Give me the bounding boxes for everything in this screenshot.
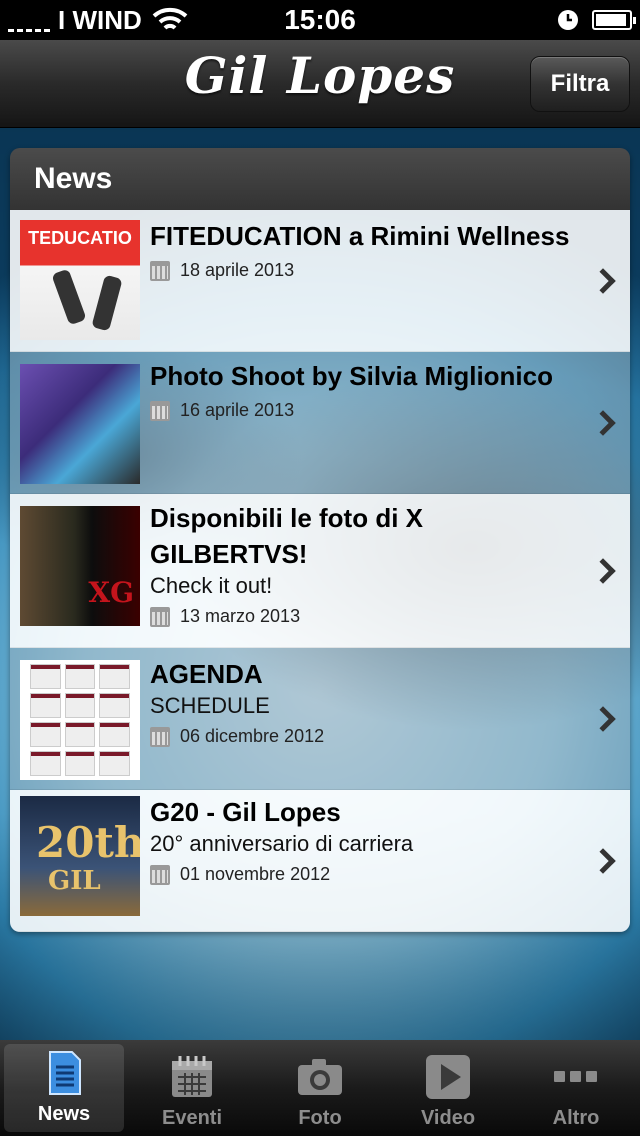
news-thumbnail xyxy=(20,660,140,780)
tab-eventi[interactable]: Eventi xyxy=(128,1040,256,1136)
document-icon xyxy=(49,1051,81,1095)
chevron-right-icon xyxy=(590,267,616,294)
tab-foto[interactable]: Foto xyxy=(256,1040,384,1136)
calendar-icon xyxy=(172,1056,212,1097)
news-subtitle: 20° anniversario di carriera xyxy=(150,831,414,856)
battery-icon xyxy=(592,10,636,30)
news-title: Photo Shoot by Silvia Miglionico xyxy=(150,361,553,391)
chevron-right-icon xyxy=(590,557,616,584)
calendar-small-icon xyxy=(150,260,170,281)
news-title: G20 - Gil Lopes xyxy=(150,797,341,827)
play-icon xyxy=(426,1055,470,1099)
calendar-small-icon xyxy=(150,864,170,885)
section-header: News xyxy=(10,148,630,210)
news-thumbnail: XG xyxy=(20,506,140,626)
alarm-icon xyxy=(558,10,578,30)
news-thumbnail xyxy=(20,364,140,484)
calendar-small-icon xyxy=(150,606,170,627)
thumbnail-caption: TEDUCATIO xyxy=(28,228,132,248)
news-item[interactable]: XG Disponibili le foto di X GILBERTVS! C… xyxy=(10,494,630,648)
calendar-small-icon xyxy=(150,726,170,747)
tab-bar: News Eventi Foto Video Altro xyxy=(0,1040,640,1136)
tab-label: News xyxy=(37,1103,91,1125)
status-bar: I WIND 15:06 xyxy=(0,0,640,40)
news-subtitle: Check it out! xyxy=(150,573,273,598)
tab-video[interactable]: Video xyxy=(384,1040,512,1136)
tab-label: Video xyxy=(420,1107,476,1129)
tab-label: Eventi xyxy=(161,1107,223,1129)
news-date: 16 aprile 2013 xyxy=(180,400,295,420)
camera-icon xyxy=(298,1059,342,1095)
news-date: 13 marzo 2013 xyxy=(180,606,301,626)
news-title: FITEDUCATION a Rimini Wellness xyxy=(150,221,570,251)
news-date: 18 aprile 2013 xyxy=(180,260,295,280)
news-title: AGENDA xyxy=(150,659,263,689)
news-list: TEDUCATIO FITEDUCATION a Rimini Wellness… xyxy=(10,210,630,932)
news-subtitle: SCHEDULE xyxy=(150,693,270,718)
chevron-right-icon xyxy=(590,409,616,436)
news-title: Disponibili le foto di X GILBERTVS! xyxy=(150,503,423,569)
news-item[interactable]: 20th GIL G20 - Gil Lopes 20° anniversari… xyxy=(10,790,630,932)
chevron-right-icon xyxy=(590,705,616,732)
tab-label: Foto xyxy=(298,1107,342,1129)
clock-time: 15:06 xyxy=(284,4,356,35)
news-date: 06 dicembre 2012 xyxy=(180,726,325,746)
news-thumbnail: TEDUCATIO xyxy=(20,220,140,340)
news-date: 01 novembre 2012 xyxy=(180,864,331,884)
section-title: News xyxy=(34,162,113,195)
tab-altro[interactable]: Altro xyxy=(512,1040,640,1136)
thumbnail-caption-2: GIL xyxy=(48,866,101,896)
chevron-right-icon xyxy=(590,847,616,874)
news-item[interactable]: AGENDA SCHEDULE 06 dicembre 2012 xyxy=(10,648,630,790)
news-panel: News TEDUCATIO FITEDUCATION a Rimini Wel… xyxy=(10,148,630,932)
more-icon xyxy=(554,1071,597,1082)
calendar-small-icon xyxy=(150,400,170,421)
tab-label: Altro xyxy=(552,1107,600,1129)
thumbnail-caption: XG xyxy=(88,576,134,609)
nav-bar: Gil Lopes Filtra xyxy=(0,40,640,128)
filter-button[interactable]: Filtra xyxy=(530,56,630,112)
thumbnail-caption: 20th xyxy=(36,818,140,867)
news-item[interactable]: Photo Shoot by Silvia Miglionico 16 apri… xyxy=(10,352,630,494)
tab-news[interactable]: News xyxy=(4,1044,124,1132)
news-thumbnail: 20th GIL xyxy=(20,796,140,916)
news-item[interactable]: TEDUCATIO FITEDUCATION a Rimini Wellness… xyxy=(10,210,630,352)
